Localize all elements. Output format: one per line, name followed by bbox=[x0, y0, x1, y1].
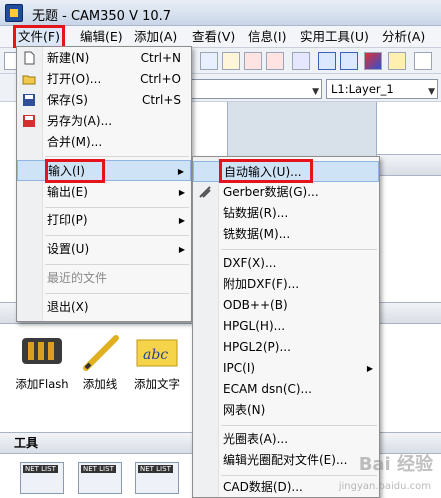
netlist-icon: NET LIST bbox=[78, 462, 122, 494]
menu-item-settings[interactable]: 设置(U) ▶ bbox=[17, 239, 191, 260]
file-menu: 新建(N) Ctrl+N 打开(O)... Ctrl+O 保存(S) Ctrl+… bbox=[16, 46, 192, 322]
new-file-icon bbox=[24, 51, 35, 65]
menu-file[interactable]: 文件(F) bbox=[13, 25, 65, 49]
menu-item-drill-data[interactable]: 钻数据(R)... bbox=[193, 203, 379, 224]
tool-netlist-1[interactable]: NET LIST bbox=[14, 462, 70, 498]
netlist-badge: NET LIST bbox=[81, 465, 116, 473]
chevron-right-icon: ▶ bbox=[178, 245, 185, 254]
chevron-right-icon: ▶ bbox=[366, 364, 373, 373]
menu-utilities[interactable]: 实用工具(U) bbox=[298, 28, 371, 46]
tool-add-text[interactable]: abc 添加文字 bbox=[128, 334, 186, 392]
color-palette-icon[interactable] bbox=[364, 52, 382, 70]
zoom-all-icon[interactable] bbox=[244, 52, 262, 70]
zoom-icon[interactable] bbox=[200, 52, 218, 70]
menu-separator bbox=[45, 264, 189, 265]
title-bar: 无题 - CAM350 V 10.7 bbox=[0, 0, 441, 26]
menu-separator bbox=[45, 207, 189, 208]
netlist-icon: NET LIST bbox=[20, 462, 64, 494]
snap-icon[interactable] bbox=[292, 52, 310, 70]
right-panel bbox=[376, 102, 441, 498]
tool-label: 添加线 bbox=[82, 377, 118, 391]
menu-item-exit[interactable]: 退出(X) bbox=[17, 297, 191, 318]
watermark-url: jingyan.baidu.com bbox=[338, 481, 431, 492]
save-as-icon bbox=[23, 115, 35, 127]
menu-item-edit-aperture-match[interactable]: 编辑光圈配对文件(E)... bbox=[193, 450, 379, 471]
redraw-icon[interactable] bbox=[266, 52, 284, 70]
layer-select[interactable]: L1:Layer_1 ▼ bbox=[326, 79, 438, 99]
section-title: 工具 bbox=[14, 436, 39, 450]
netlist-badge: NET LIST bbox=[23, 465, 58, 473]
menu-bar: 文件(F) 编辑(E) 添加(A) 查看(V) 信息(I) 实用工具(U) 分析… bbox=[0, 25, 441, 49]
menu-separator bbox=[45, 235, 189, 236]
menu-item-mill-data[interactable]: 铣数据(M)... bbox=[193, 224, 379, 245]
grid-dots-icon[interactable] bbox=[340, 52, 358, 70]
open-folder-icon bbox=[22, 75, 36, 85]
menu-item-save-as[interactable]: 另存为(A)... bbox=[17, 111, 191, 132]
mode-select[interactable]: ▼ bbox=[186, 79, 322, 99]
menu-item-new[interactable]: 新建(N) Ctrl+N bbox=[17, 48, 191, 69]
menu-item-merge[interactable]: 合并(M)... bbox=[17, 132, 191, 153]
menu-item-dxf[interactable]: DXF(X)... bbox=[193, 253, 379, 274]
pencil-icon bbox=[78, 334, 122, 372]
import-submenu: 自动输入(U)... Gerber数据(G)... 钻数据(R)... 铣数据(… bbox=[192, 156, 380, 498]
right-panel-header-2 bbox=[377, 302, 441, 324]
menu-item-gerber[interactable]: Gerber数据(G)... bbox=[193, 182, 379, 203]
zoom-window-icon[interactable] bbox=[222, 52, 240, 70]
toolbar-btn-end[interactable] bbox=[414, 52, 432, 70]
menu-item-odb[interactable]: ODB++(B) bbox=[193, 295, 379, 316]
menu-item-open[interactable]: 打开(O)... Ctrl+O bbox=[17, 69, 191, 90]
window-title: 无题 - CAM350 V 10.7 bbox=[32, 9, 172, 24]
netlist-icon: NET LIST bbox=[135, 462, 179, 494]
chevron-right-icon: ▶ bbox=[177, 167, 184, 176]
menu-analysis[interactable]: 分析(A) bbox=[380, 28, 427, 46]
menu-item-aperture-table[interactable]: 光圈表(A)... bbox=[193, 429, 379, 450]
chevron-right-icon: ▶ bbox=[178, 188, 185, 197]
menu-edit[interactable]: 编辑(E) bbox=[78, 28, 125, 46]
menu-separator bbox=[221, 425, 377, 426]
netlist-badge: NET LIST bbox=[138, 465, 173, 473]
chevron-down-icon: ▼ bbox=[428, 87, 435, 97]
svg-text:abc: abc bbox=[143, 347, 168, 363]
menu-item-recent-files: 最近的文件 bbox=[47, 271, 108, 285]
menu-item-export[interactable]: 输出(E) ▶ bbox=[17, 182, 191, 203]
chevron-right-icon: ▶ bbox=[178, 216, 185, 225]
app-logo-icon bbox=[5, 4, 23, 22]
gerber-icon bbox=[199, 186, 211, 198]
menu-separator bbox=[45, 156, 189, 157]
menu-item-append-dxf[interactable]: 附加DXF(F)... bbox=[193, 274, 379, 295]
menu-add[interactable]: 添加(A) bbox=[132, 28, 179, 46]
tool-add-flash[interactable]: 添加Flash bbox=[14, 334, 70, 392]
right-panel-header bbox=[377, 154, 441, 176]
grid-icon[interactable] bbox=[318, 52, 336, 70]
menu-item-ipc[interactable]: IPC(I) ▶ bbox=[193, 358, 379, 379]
menu-item-import[interactable]: 输入(I) ▶ bbox=[17, 160, 191, 181]
tool-netlist-3[interactable]: NET LIST bbox=[128, 462, 186, 498]
menu-item-hpgl2[interactable]: HPGL2(P)... bbox=[193, 337, 379, 358]
menu-item-hpgl[interactable]: HPGL(H)... bbox=[193, 316, 379, 337]
menu-separator bbox=[221, 475, 377, 476]
text-abc-icon: abc bbox=[135, 334, 179, 372]
menu-item-print[interactable]: 打印(P) ▶ bbox=[17, 210, 191, 231]
flash-pads-icon bbox=[20, 334, 64, 372]
watermark: Bai 经验 bbox=[358, 454, 433, 475]
menu-separator bbox=[45, 293, 189, 294]
menu-item-netlist[interactable]: 网表(N) bbox=[193, 400, 379, 421]
menu-separator bbox=[221, 249, 377, 250]
layer-select-value: L1:Layer_1 bbox=[331, 82, 394, 96]
save-icon bbox=[23, 94, 35, 106]
menu-item-auto-import[interactable]: 自动输入(U)... bbox=[193, 161, 379, 182]
menu-item-ecam-dsn[interactable]: ECAM dsn(C)... bbox=[193, 379, 379, 400]
tool-label: 添加Flash bbox=[15, 377, 69, 391]
menu-item-save[interactable]: 保存(S) Ctrl+S bbox=[17, 90, 191, 111]
tool-add-line[interactable]: 添加线 bbox=[74, 334, 126, 392]
tool-label: 添加文字 bbox=[134, 377, 180, 391]
tool-netlist-2[interactable]: NET LIST bbox=[74, 462, 126, 498]
chevron-down-icon: ▼ bbox=[312, 87, 319, 97]
menu-info[interactable]: 信息(I) bbox=[246, 28, 288, 46]
menu-view[interactable]: 查看(V) bbox=[190, 28, 237, 46]
layers-icon[interactable] bbox=[388, 52, 406, 70]
